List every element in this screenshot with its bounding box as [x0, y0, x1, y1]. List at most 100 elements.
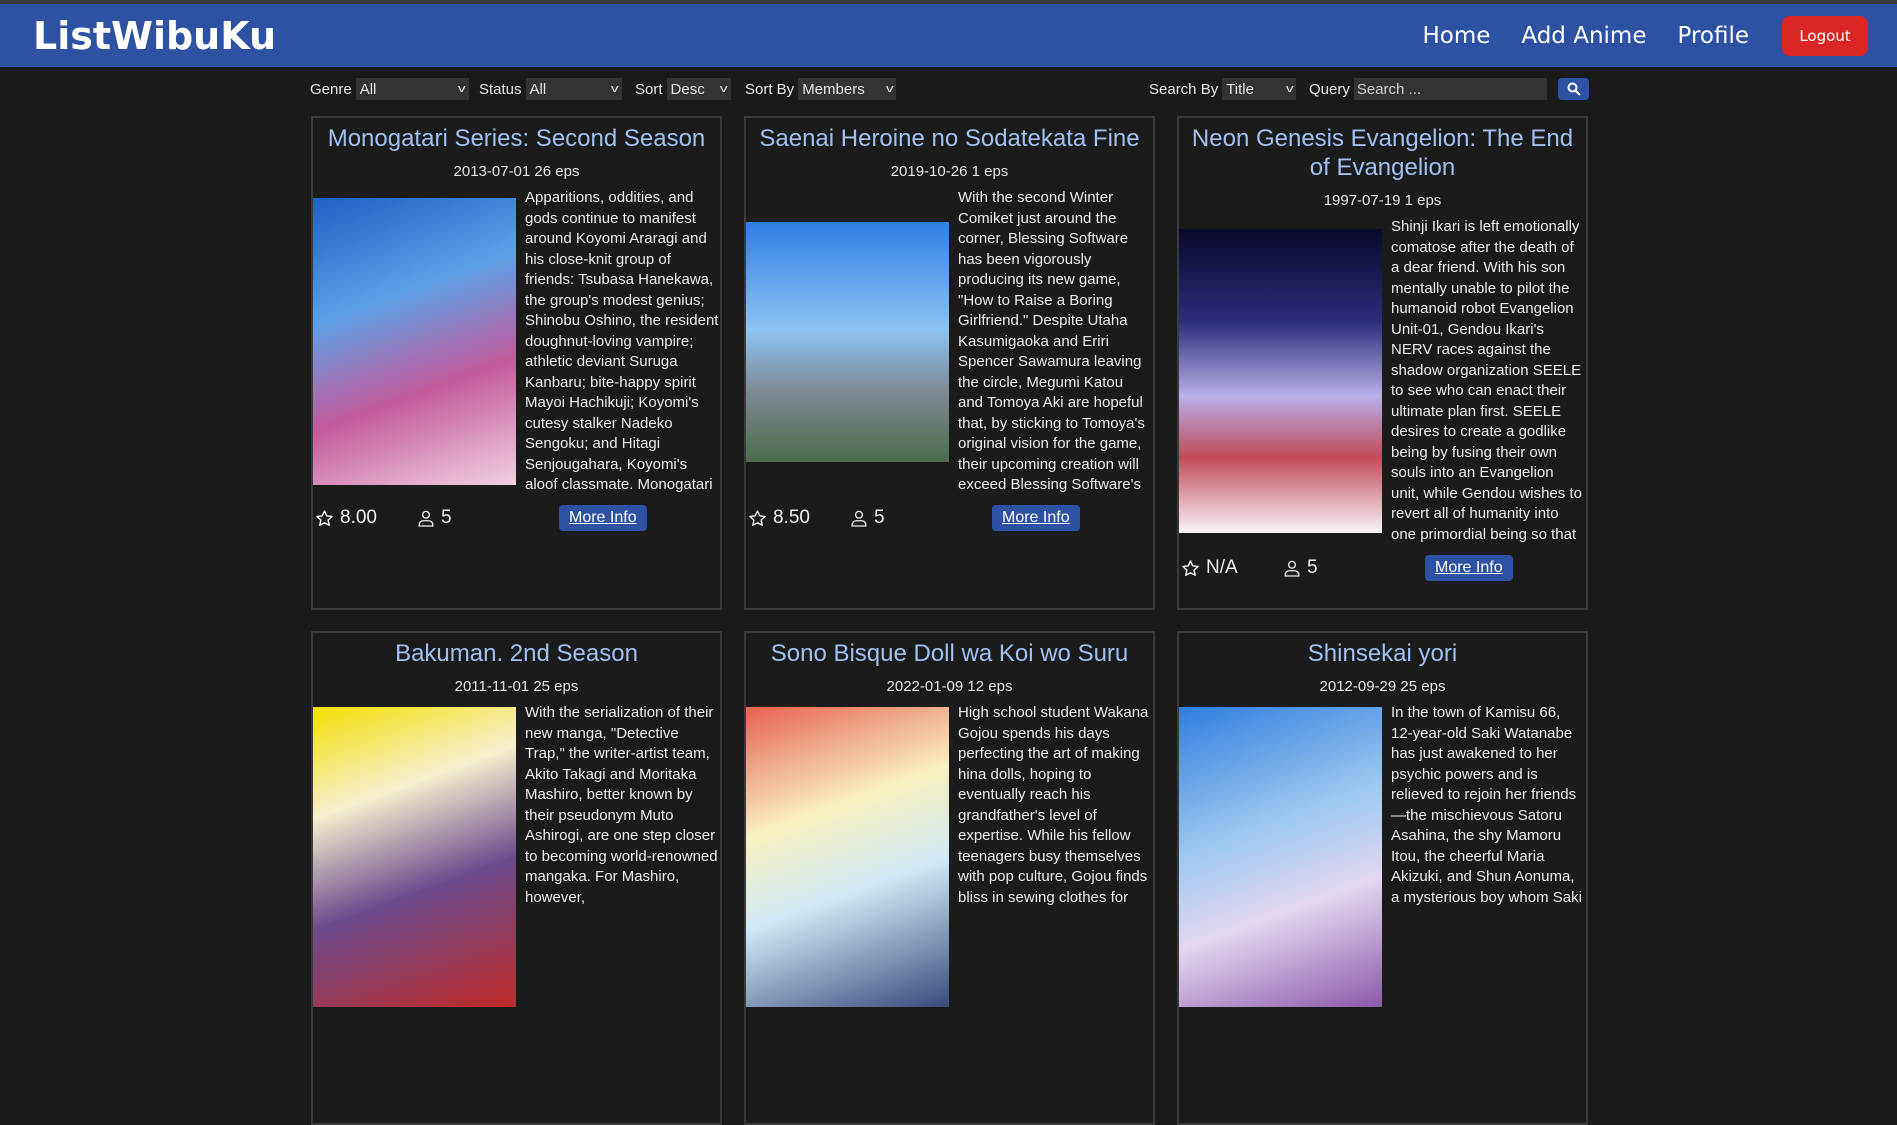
card-body: With the second Winter Comiket just arou…	[746, 188, 1153, 495]
searchby-value: Title	[1226, 80, 1254, 98]
members: 5	[1283, 557, 1396, 579]
anime-eps: 25 eps	[533, 678, 579, 695]
filter-bar: Genre All v Status All v Sort Desc v Sort B…	[0, 67, 1897, 115]
sortby-filter: Sort By Members v	[745, 78, 897, 100]
star-icon	[316, 509, 333, 526]
nav-profile[interactable]: Profile	[1677, 23, 1749, 49]
members-value: 5	[441, 507, 452, 528]
anime-card: Monogatari Series: Second Season 2013-07…	[311, 116, 722, 610]
anime-card: Shinsekai yori 2012-09-29 25 eps In the …	[1177, 631, 1588, 1125]
anime-date-eps: 2019-10-26 1 eps	[746, 163, 1153, 180]
sort-value: Desc	[670, 80, 705, 98]
anime-date-eps: 2013-07-01 26 eps	[313, 163, 720, 180]
anime-title[interactable]: Bakuman. 2nd Season	[313, 633, 720, 668]
anime-synopsis: With the serialization of their new mang…	[525, 704, 718, 906]
star-icon	[1182, 559, 1199, 576]
search-icon	[1567, 82, 1581, 96]
card-body: Shinji Ikari is left emotionally comatos…	[1179, 217, 1586, 545]
anime-date-eps: 2011-11-01 25 eps	[313, 678, 720, 695]
genre-filter: Genre All v	[310, 78, 469, 100]
anime-poster	[1179, 229, 1382, 533]
anime-eps: 1 eps	[1404, 192, 1442, 209]
anime-eps: 1 eps	[971, 163, 1009, 180]
logout-button[interactable]: Logout	[1782, 15, 1868, 56]
rating: 8.50	[748, 507, 850, 529]
genre-select[interactable]: All v	[355, 78, 469, 100]
query-filter: Query Search ...	[1309, 78, 1547, 100]
members-value: 5	[1307, 557, 1318, 578]
anime-title[interactable]: Shinsekai yori	[1179, 633, 1586, 668]
logo[interactable]: ListWibuKu	[33, 14, 276, 58]
card-body: In the town of Kamisu 66, 12-year-old Sa…	[1179, 703, 1586, 1010]
anime-date: 2013-07-01	[453, 163, 531, 180]
status-value: All	[529, 80, 547, 98]
sort-label: Sort	[635, 80, 663, 98]
anime-title[interactable]: Neon Genesis Evangelion: The End of Evan…	[1179, 118, 1586, 182]
more-info-button[interactable]: More Info	[992, 505, 1080, 531]
rating: 8.00	[315, 507, 417, 529]
navbar: ListWibuKu Home Add Anime Profile Logout	[0, 4, 1897, 67]
anime-eps: 26 eps	[534, 163, 580, 180]
card-footer: 8.00 5 More Info	[313, 503, 720, 533]
anime-eps: 12 eps	[967, 678, 1013, 695]
anime-date: 2022-01-09	[886, 678, 964, 695]
card-body: Apparitions, oddities, and gods continue…	[313, 188, 720, 495]
rating-value: N/A	[1206, 557, 1238, 578]
anime-card: Neon Genesis Evangelion: The End of Evan…	[1177, 116, 1588, 610]
anime-date-eps: 2022-01-09 12 eps	[746, 678, 1153, 695]
sort-filter: Sort Desc v	[635, 78, 731, 100]
star-icon	[749, 509, 766, 526]
anime-card: Bakuman. 2nd Season 2011-11-01 25 eps Wi…	[311, 631, 722, 1125]
user-icon	[851, 510, 867, 527]
anime-title[interactable]: Monogatari Series: Second Season	[313, 118, 720, 153]
anime-date-eps: 2012-09-29 25 eps	[1179, 678, 1586, 695]
card-body: High school student Wakana Gojou spends …	[746, 703, 1153, 1010]
nav-add-anime[interactable]: Add Anime	[1521, 23, 1646, 49]
anime-eps: 25 eps	[1400, 678, 1446, 695]
chevron-down-icon: v	[458, 83, 466, 95]
members: 5	[417, 507, 530, 529]
status-filter: Status All v	[479, 78, 622, 100]
anime-poster	[313, 706, 516, 1007]
card-footer: N/A 5 More Info	[1179, 553, 1586, 583]
query-label: Query	[1309, 80, 1350, 98]
sortby-value: Members	[802, 80, 865, 98]
search-button[interactable]	[1558, 78, 1589, 100]
anime-synopsis: In the town of Kamisu 66, 12-year-old Sa…	[1391, 704, 1582, 906]
user-icon	[418, 510, 434, 527]
sort-select[interactable]: Desc v	[666, 78, 731, 100]
chevron-down-icon: v	[610, 83, 619, 95]
anime-title[interactable]: Sono Bisque Doll wa Koi wo Suru	[746, 633, 1153, 668]
status-label: Status	[479, 80, 522, 98]
sortby-label: Sort By	[745, 80, 795, 98]
more-info-button[interactable]: More Info	[559, 505, 647, 531]
chevron-down-icon: v	[885, 83, 894, 95]
anime-card: Saenai Heroine no Sodatekata Fine 2019-1…	[744, 116, 1155, 610]
status-select[interactable]: All v	[525, 78, 622, 100]
anime-title[interactable]: Saenai Heroine no Sodatekata Fine	[746, 118, 1153, 153]
chevron-down-icon: v	[1285, 83, 1294, 95]
more-info-button[interactable]: More Info	[1425, 555, 1513, 581]
anime-synopsis: Shinji Ikari is left emotionally comatos…	[1391, 218, 1582, 543]
anime-date: 1997-07-19	[1323, 192, 1401, 209]
anime-date-eps: 1997-07-19 1 eps	[1179, 192, 1586, 209]
anime-poster	[1179, 706, 1382, 1007]
rating-value: 8.00	[340, 507, 377, 528]
anime-poster	[746, 221, 949, 462]
rating: N/A	[1181, 557, 1283, 579]
anime-poster	[746, 706, 949, 1007]
anime-synopsis: High school student Wakana Gojou spends …	[958, 704, 1149, 906]
searchby-label: Search By	[1149, 80, 1219, 98]
anime-grid: Monogatari Series: Second Season 2013-07…	[311, 116, 1588, 1125]
user-icon	[1284, 560, 1300, 577]
sortby-select[interactable]: Members v	[798, 78, 897, 100]
nav-home[interactable]: Home	[1422, 23, 1490, 49]
anime-date: 2012-09-29	[1319, 678, 1397, 695]
anime-synopsis: Apparitions, oddities, and gods continue…	[525, 189, 719, 493]
genre-label: Genre	[310, 80, 352, 98]
searchby-select[interactable]: Title v	[1222, 78, 1297, 100]
nav-links: Home Add Anime Profile Logout	[1422, 15, 1868, 56]
searchby-filter: Search By Title v	[1149, 78, 1297, 100]
search-button-wrap	[1558, 78, 1589, 100]
search-input[interactable]: Search ...	[1353, 78, 1547, 100]
